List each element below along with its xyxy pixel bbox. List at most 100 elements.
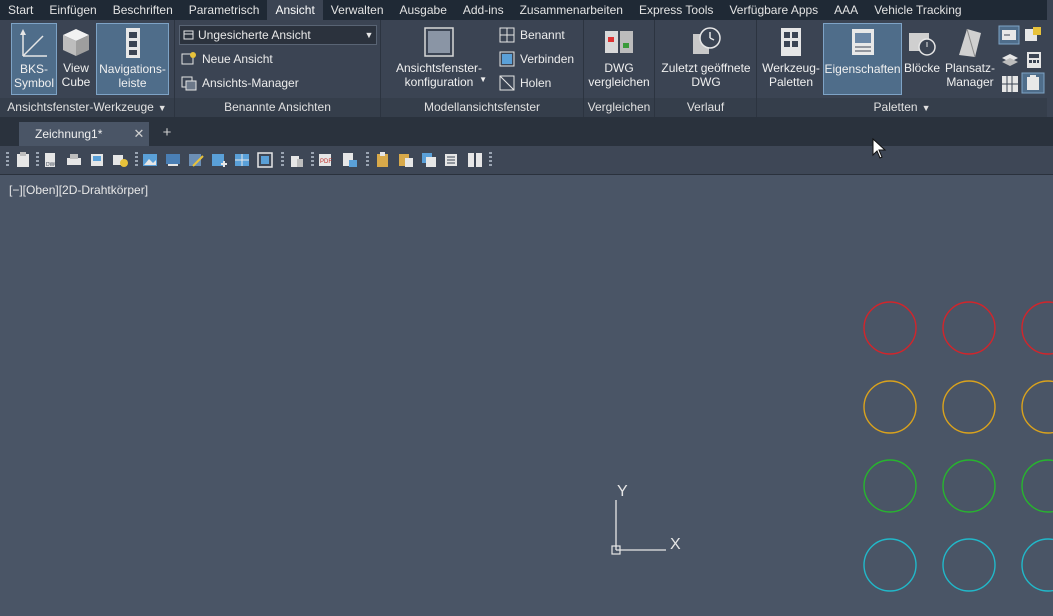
toolbar-grip[interactable] [36,152,39,168]
document-tab[interactable]: Zeichnung1* ✕ [19,122,149,146]
calculator-icon[interactable] [1025,50,1043,70]
ucs-x-label: X [670,536,681,553]
sheetset-manager-button[interactable]: Plansatz- Manager [943,23,997,95]
bks-symbol-label-2: Symbol [13,76,54,90]
navigation-bar-button[interactable]: Navigations- leiste [96,23,169,95]
close-icon[interactable]: ✕ [129,126,149,142]
viewport-image-icon[interactable] [164,151,182,169]
copy-icon[interactable] [420,151,438,169]
tab-add-ins[interactable]: Add-ins [455,0,512,20]
drawing-circle[interactable] [942,459,996,513]
image-add-icon[interactable] [210,151,228,169]
document-tab-name: Zeichnung1* [35,127,103,141]
dwg-compare-button[interactable]: DWG vergleichen [586,23,652,95]
drawing-circle[interactable] [863,301,917,355]
tab-ansicht[interactable]: Ansicht [267,0,323,20]
tab-einfuegen[interactable]: Einfügen [41,0,104,20]
tab-start[interactable]: Start [0,0,41,20]
pdf-import-icon[interactable]: PDF [317,151,335,169]
tool-palettes-icon [781,28,801,56]
join-viewports-button[interactable]: Verbinden [499,48,574,70]
tab-ausgabe[interactable]: Ausgabe [392,0,455,20]
chevron-down-icon: ▼ [364,30,374,40]
split-view-icon[interactable] [466,151,484,169]
restore-viewports-button[interactable]: Holen [499,72,551,94]
view-manager-button[interactable]: Ansichts-Manager [181,72,299,94]
image-frame-icon[interactable] [256,151,274,169]
svg-text:PDF: PDF [320,159,332,165]
print-icon[interactable] [65,151,83,169]
match-properties-icon[interactable] [443,151,461,169]
drawing-circle[interactable] [942,538,996,592]
recent-dwg-button[interactable]: Zuletzt geöffnete DWG [659,23,753,95]
edit-image-icon[interactable] [187,151,205,169]
properties-button[interactable]: Eigenschaften [823,23,902,95]
tab-beschriften[interactable]: Beschriften [105,0,181,20]
toolbar-grip[interactable] [6,152,9,168]
toolbar-grip[interactable] [311,152,314,168]
restore-viewports-label: Holen [520,76,552,90]
toolbar-grip[interactable] [489,152,492,168]
tab-aaa[interactable]: AAA [826,0,866,20]
image-icon[interactable] [141,151,159,169]
drawing-circle[interactable] [1021,459,1053,513]
drawing-circle[interactable] [942,301,996,355]
bks-symbol-button[interactable]: BKS- Symbol [11,23,57,95]
drawing-circle[interactable] [1021,538,1053,592]
recent-dwg-label-2: DWG [691,75,721,89]
view-manager-label: Ansichts-Manager [202,76,299,90]
panel-title-palettes-text: Paletten [873,100,918,114]
viewport-config-button[interactable]: Ansichtsfenster- konfiguration ▼ [389,23,489,95]
toolbar-grip[interactable] [135,152,138,168]
toolbar-grip[interactable] [366,152,369,168]
bks-symbol-label-1: BKS- [19,62,48,76]
drawing-circle[interactable] [1021,380,1053,434]
publish-icon[interactable] [111,151,129,169]
navigation-bar-icon [125,28,140,58]
viewcube-button[interactable]: View Cube [58,23,94,95]
panel-title-named-views: Benannte Ansichten [175,98,380,117]
tab-express-tools[interactable]: Express Tools [631,0,721,20]
tool-palettes-button[interactable]: Werkzeug- Paletten [760,23,822,95]
new-document-button[interactable]: + [158,124,176,142]
pdf-export-icon[interactable] [341,151,359,169]
paste-special-icon[interactable] [397,151,415,169]
ucs-y-label: Y [617,483,628,500]
drawing-circle[interactable] [1021,301,1053,355]
markup-set-icon[interactable] [1023,25,1043,45]
panel-title-palettes[interactable]: Paletten ▼ [757,98,1047,117]
tab-parametrisch[interactable]: Parametrisch [181,0,268,20]
clipboard-icon[interactable] [14,151,32,169]
named-viewports-button[interactable]: Benannt [499,24,565,46]
drawing-circle[interactable] [942,380,996,434]
paste-icon[interactable] [374,151,392,169]
drawing-canvas[interactable] [0,175,1053,616]
drawing-circle[interactable] [863,380,917,434]
clipboard-palette-icon[interactable] [1021,72,1045,94]
viewport-config-label-2: konfiguration [404,75,474,89]
panel-model-viewports: Ansichtsfenster- konfiguration ▼ Benannt… [381,20,584,117]
tool-palettes-label-2: Paletten [768,75,814,89]
ribbon: BKS- Symbol View Cube Navigations- leist… [0,20,1053,117]
tab-verfuegbare-apps[interactable]: Verfügbare Apps [721,0,826,20]
drawing-circle[interactable] [863,538,917,592]
new-view-button[interactable]: Neue Ansicht [181,48,273,70]
tab-verwalten[interactable]: Verwalten [323,0,392,20]
design-center-icon[interactable] [1000,74,1020,94]
tab-vehicle-tracking[interactable]: Vehicle Tracking [866,0,969,20]
toolbar-grip[interactable] [281,152,284,168]
plot-icon[interactable] [88,151,106,169]
blocks-button[interactable]: Blöcke [903,23,941,95]
layer-properties-icon[interactable] [1000,50,1020,70]
caret-down-icon: ▼ [479,75,487,84]
dwg-export-icon[interactable]: DWG [42,151,60,169]
join-viewports-label: Verbinden [520,52,575,66]
panel-title-viewport-tools[interactable]: Ansichtsfenster-Werkzeuge ▼ [0,98,174,117]
image-grid-icon[interactable] [233,151,251,169]
command-line-icon[interactable] [998,25,1020,45]
building-icon[interactable] [288,151,306,169]
named-view-dropdown[interactable]: Ungesicherte Ansicht ▼ [179,25,377,45]
svg-text:DWG: DWG [46,162,58,168]
drawing-circle[interactable] [863,459,917,513]
tab-zusammenarbeiten[interactable]: Zusammenarbeiten [512,0,631,20]
